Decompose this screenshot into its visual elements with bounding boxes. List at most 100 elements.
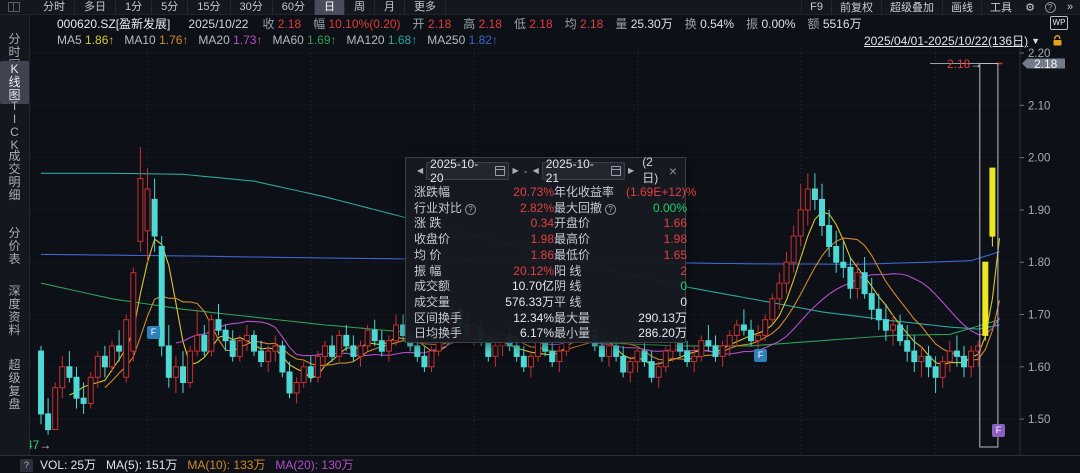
stat-value: 1.98 — [488, 232, 554, 248]
close-icon[interactable]: × — [669, 163, 677, 179]
event-flag-icon[interactable]: F — [754, 349, 767, 362]
quote-field-均: 均 2.18 — [565, 17, 604, 31]
toolbar-button-工具[interactable]: 工具 — [981, 0, 1020, 15]
kline-chart-region[interactable]: 2.202.102.001.901.801.701.601.502.18 2.1… — [0, 48, 1080, 455]
tab-30分[interactable]: 30分 — [231, 0, 273, 15]
quote-field-幅: 幅 10.10%(0.20) — [313, 17, 400, 31]
tab-更多[interactable]: 更多 — [405, 0, 446, 15]
view-sidebar: 分时图K线图TICK成交明细分价表深度资料超级复盘 — [0, 15, 30, 455]
range-statistics-popup[interactable]: ◀ 2025-10-20 ▶ - ◀ 2025-10-21 ▶ (2日) × 涨… — [405, 157, 686, 343]
wp-badge-icon[interactable]: WP — [1050, 16, 1068, 30]
tab-15分[interactable]: 15分 — [188, 0, 230, 15]
ma-value-MA10: MA10 1.76↑ — [124, 33, 188, 47]
stat-value: 0 — [626, 279, 687, 295]
toolbar-button-超级叠加[interactable]: 超级叠加 — [881, 0, 942, 15]
svg-text:1.60: 1.60 — [1028, 362, 1050, 374]
tab-日[interactable]: 日 — [315, 0, 345, 15]
chevron-down-icon[interactable]: ▼ — [1031, 36, 1040, 46]
stat-value: 1.65 — [626, 248, 687, 264]
stat-label: 行业对比? — [414, 201, 488, 217]
start-date-picker[interactable]: 2025-10-20 — [426, 162, 509, 180]
stat-label: 最高价 — [554, 232, 626, 248]
ma-value-MA5: MA5 1.86↑ — [57, 33, 114, 47]
sidebar-item-深度资料[interactable]: 深度资料 — [0, 283, 29, 339]
tab-多日[interactable]: 多日 — [75, 0, 116, 15]
chevrons-icon[interactable]: » — [1060, 1, 1080, 13]
prev-date-arrow[interactable]: ◀ — [530, 166, 542, 175]
tab-月[interactable]: 月 — [375, 0, 405, 15]
stat-value: 1.66 — [626, 216, 687, 232]
right-arrow-icon: → — [39, 438, 51, 452]
stat-value: 1.86 — [488, 248, 554, 264]
quote-field-量: 量 25.30万 — [615, 17, 672, 31]
tab-周[interactable]: 周 — [345, 0, 375, 15]
statistics-grid: 涨跌幅20.73%年化收益率(1.69E+12)%行业对比?2.82%最大回撤?… — [406, 183, 685, 342]
high-price-annotation: 2.18→ — [947, 57, 982, 71]
stat-value: 6.17% — [488, 326, 554, 342]
sidebar-item-成交明细[interactable]: 成交明细 — [0, 148, 29, 204]
help-icon[interactable]: ? — [465, 204, 476, 215]
stat-value: 2.82% — [488, 201, 554, 217]
stat-label: 振 幅 — [414, 264, 488, 280]
period-toolbar: 分时多日1分5分15分30分60分日周月更多 F9前复权超级叠加画线工具⚙?» — [0, 0, 1080, 15]
stock-info-bar: 000620.SZ[盈新发展] 2025/10/22 收 2.18幅 10.10… — [0, 15, 1080, 32]
tab-1分[interactable]: 1分 — [116, 0, 152, 15]
stat-value: 576.33万 — [488, 295, 554, 311]
stat-value: 12.34% — [488, 311, 554, 327]
popup-header: ◀ 2025-10-20 ▶ - ◀ 2025-10-21 ▶ (2日) × — [406, 158, 685, 183]
sidebar-item-超级复盘[interactable]: 超级复盘 — [0, 357, 29, 413]
tab-分时[interactable]: 分时 — [34, 0, 75, 15]
quote-field-低: 低 2.18 — [514, 17, 553, 31]
ma-value-MA60: MA60 1.69↑ — [272, 33, 336, 47]
svg-text:1.90: 1.90 — [1028, 205, 1050, 217]
period-tabs: 分时多日1分5分15分30分60分日周月更多 — [34, 0, 446, 15]
next-date-arrow[interactable]: ▶ — [509, 166, 521, 175]
stat-label: 平 线 — [554, 295, 626, 311]
event-flag-icon[interactable]: F — [147, 326, 160, 339]
volume-pane-header: ? VOL: 25万MA(5): 151万MA(10): 133万MA(20):… — [0, 455, 1080, 473]
stat-label: 日均换手 — [414, 326, 488, 342]
stat-label: 区间换手 — [414, 311, 488, 327]
stat-value: 0.00% — [626, 201, 687, 217]
sidebar-item-分价表[interactable]: 分价表 — [0, 225, 29, 268]
date-range-selector[interactable]: 2025/04/01-2025/10/22(136日) ▼ — [864, 32, 1040, 49]
next-date-arrow[interactable]: ▶ — [625, 166, 637, 175]
gear-icon[interactable]: ⚙ — [1020, 1, 1040, 14]
calendar-icon[interactable] — [495, 166, 505, 176]
stat-value: 20.73% — [488, 185, 554, 201]
stat-label: 收盘价 — [414, 232, 488, 248]
stat-label: 涨跌幅 — [414, 185, 488, 201]
toolbar-button-前复权[interactable]: 前复权 — [831, 0, 881, 15]
stat-value: 0.34 — [488, 216, 554, 232]
date-range-label[interactable]: 2025/04/01-2025/10/22(136日) — [864, 32, 1028, 49]
end-date-value: 2025-10-21 — [546, 157, 607, 185]
tab-60分[interactable]: 60分 — [273, 0, 315, 15]
help-icon[interactable]: ? — [20, 459, 33, 472]
unlock-icon[interactable] — [1051, 34, 1064, 47]
stat-label: 年化收益率 — [554, 185, 626, 201]
svg-text:1.80: 1.80 — [1028, 257, 1050, 269]
stat-label: 涨 跌 — [414, 216, 488, 232]
volume-stat: MA(10): 133万 — [187, 456, 265, 473]
stat-label: 最小量 — [554, 326, 626, 342]
stat-label: 最大回撤? — [554, 201, 626, 217]
help-icon[interactable]: ? — [1040, 1, 1060, 13]
tab-5分[interactable]: 5分 — [152, 0, 188, 15]
volume-stat: MA(20): 130万 — [275, 456, 353, 473]
toolbar-button-画线[interactable]: 画线 — [942, 0, 981, 15]
svg-text:2.00: 2.00 — [1028, 153, 1050, 165]
help-icon[interactable]: ? — [605, 204, 616, 215]
end-date-picker[interactable]: 2025-10-21 — [542, 162, 625, 180]
ma-bar: MA5 1.86↑MA10 1.76↑MA20 1.73↑MA60 1.69↑M… — [0, 32, 1080, 48]
svg-text:2.18: 2.18 — [1034, 57, 1058, 71]
toolbar-right: F9前复权超级叠加画线工具⚙?» — [801, 0, 1080, 15]
layout-grid-icon[interactable] — [8, 2, 20, 12]
ma-value-MA20: MA20 1.73↑ — [198, 33, 262, 47]
event-flag-icon[interactable]: F — [992, 424, 1005, 437]
stat-label: 均 价 — [414, 248, 488, 264]
sidebar-item-TICK[interactable]: TICK — [0, 98, 29, 154]
prev-date-arrow[interactable]: ◀ — [414, 166, 426, 175]
stat-value: 10.70亿 — [488, 279, 554, 295]
toolbar-button-F9[interactable]: F9 — [801, 1, 831, 13]
calendar-icon[interactable] — [611, 166, 621, 176]
